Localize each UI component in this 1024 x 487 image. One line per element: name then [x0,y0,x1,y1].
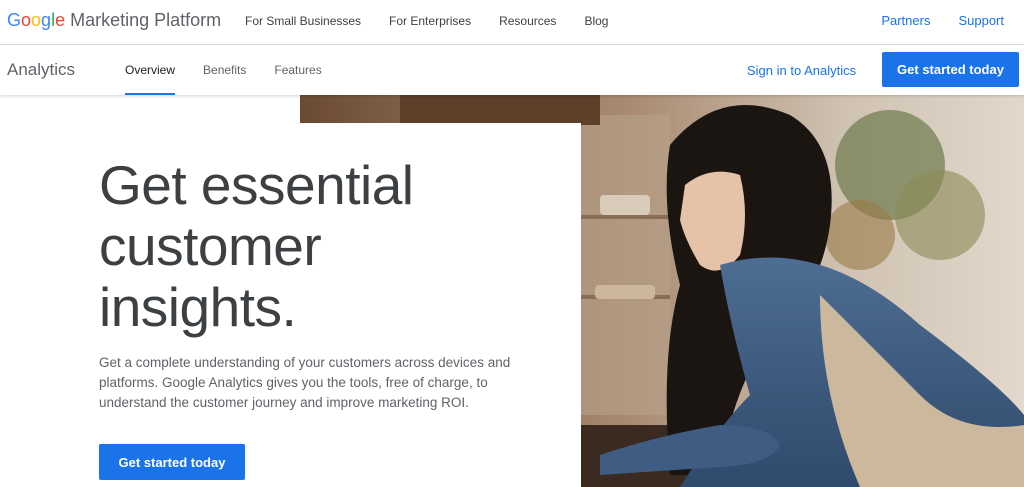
google-logo: Google [7,10,65,31]
hero-description: Get a complete understanding of your cus… [99,353,539,413]
headline-line: customer [99,215,322,277]
description-line: understand the customer journey and impr… [99,395,469,410]
product-title[interactable]: Analytics [7,60,75,80]
top-right-links: Partners Support [853,13,1004,28]
sign-in-link[interactable]: Sign in to Analytics [747,63,856,78]
tab-overview[interactable]: Overview [125,45,176,95]
logo-letter: o [31,10,42,30]
get-started-button-header[interactable]: Get started today [882,52,1019,87]
headline-line: Get essential [99,154,414,216]
tab-benefits[interactable]: Benefits [203,45,246,95]
google-marketing-platform-logo[interactable]: Google Marketing Platform [7,10,221,34]
logo-letter: g [41,10,52,30]
partners-link[interactable]: Partners [881,13,930,28]
nav-blog[interactable]: Blog [584,14,608,28]
logo-letter: e [55,10,66,30]
tab-features[interactable]: Features [274,45,321,95]
logo-letter: o [21,10,32,30]
get-started-button-hero[interactable]: Get started today [99,444,245,480]
brand-name: Marketing Platform [70,10,222,30]
top-nav: For Small Businesses For Enterprises Res… [245,14,636,28]
hero-headline: Get essential customer insights. [99,155,569,338]
top-bar: Google Marketing Platform For Small Busi… [0,0,1024,45]
description-line: Get a complete understanding of your cus… [99,355,511,370]
nav-for-enterprises[interactable]: For Enterprises [389,14,471,28]
nav-for-small-businesses[interactable]: For Small Businesses [245,14,361,28]
nav-resources[interactable]: Resources [499,14,556,28]
product-tabs: Overview Benefits Features [125,45,350,95]
description-line: platforms. Google Analytics gives you th… [99,375,488,390]
headline-line: insights. [99,276,297,338]
product-nav-bar: Analytics Overview Benefits Features Sig… [0,45,1024,95]
support-link[interactable]: Support [958,13,1004,28]
logo-letter: G [7,10,22,30]
